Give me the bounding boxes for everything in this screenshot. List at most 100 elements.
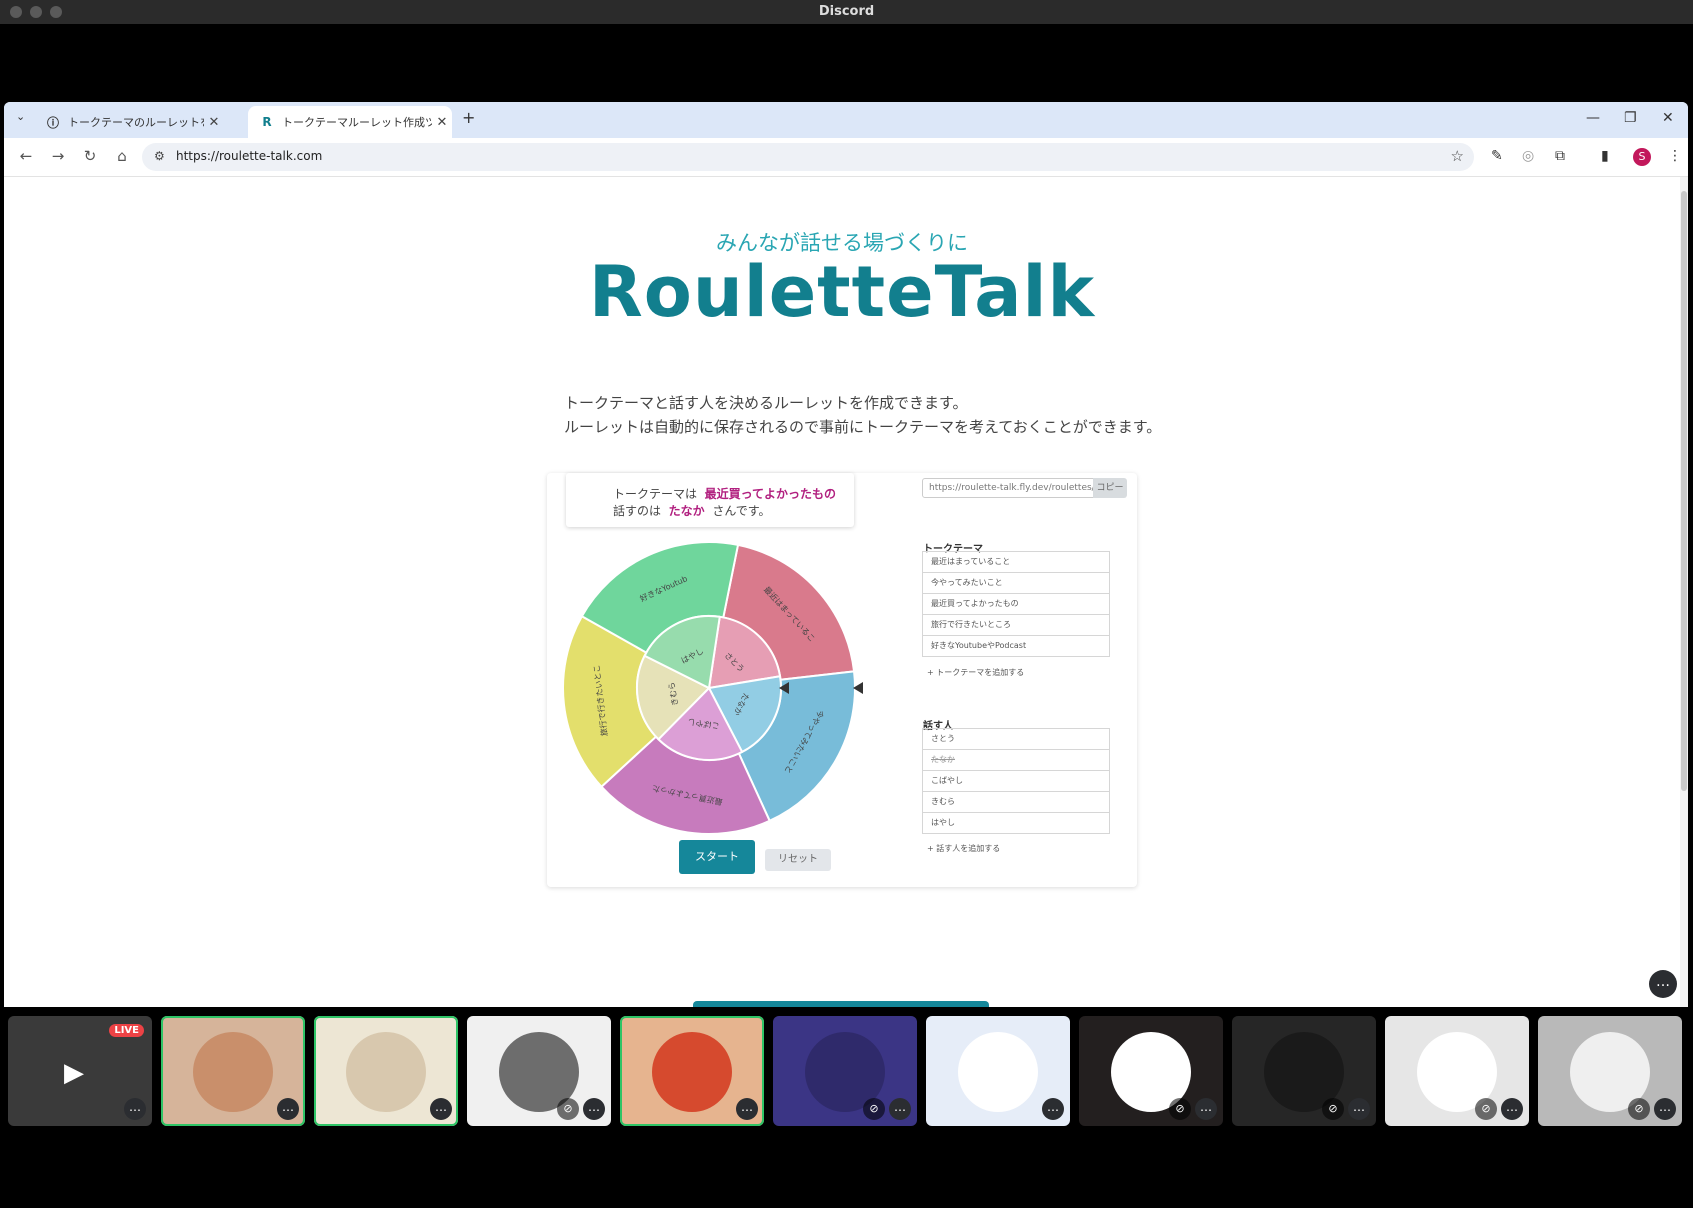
video-camera-icon: ▶ — [64, 1058, 84, 1088]
description-line: ルーレットは自動的に保存されるので事前にトークテーマを考えておくことができます。 — [564, 418, 1162, 436]
description: トークテーマと話す人を決めるルーレットを作成できます。 ルーレットは自動的に保存… — [564, 391, 1161, 439]
tab-roulettetalk[interactable]: R トークテーマルーレット作成ツール | RouletteTalk ✕ — [248, 106, 452, 138]
address-bar[interactable]: ⚙ https://roulette-talk.com ☆ — [142, 143, 1474, 171]
home-icon[interactable]: ⌂ — [112, 147, 132, 165]
minimize-icon[interactable]: — — [1586, 110, 1600, 126]
compass-extension-icon[interactable]: ◎ — [1522, 148, 1534, 164]
more-options-icon[interactable]: … — [736, 1098, 758, 1120]
live-badge: LIVE — [109, 1024, 144, 1037]
page-content: みんなが話せる場づくりに RouletteTalk トークテーマと話す人を決める… — [4, 177, 1680, 1007]
more-options-icon[interactable]: … — [1501, 1098, 1523, 1120]
new-tab-icon[interactable]: + — [462, 108, 475, 127]
speaker-input[interactable]: さとう — [922, 728, 1110, 750]
bookmark-star-icon[interactable]: ☆ — [1451, 147, 1464, 165]
result-theme-prefix: トークテーマは — [613, 487, 698, 501]
add-theme-link[interactable]: + トークテーマを追加する — [927, 667, 1024, 678]
theme-input[interactable]: 今やってみたいこと — [922, 572, 1110, 594]
add-speaker-link[interactable]: + 話す人を追加する — [927, 843, 1000, 854]
roulettetalk-favicon-icon: R — [262, 115, 272, 129]
close-tab-icon[interactable]: ✕ — [204, 115, 224, 130]
start-button[interactable]: スタート — [679, 840, 755, 874]
participant-tile-guitar-avatar[interactable]: … — [161, 1016, 305, 1126]
copy-button[interactable]: コピー — [1093, 478, 1127, 498]
more-options-icon[interactable]: … — [430, 1098, 452, 1120]
site-info-icon[interactable]: ⚙ — [154, 149, 165, 163]
speaker-input[interactable]: はやし — [922, 812, 1110, 834]
result-theme-line: トークテーマは 最近買ってよかったもの — [613, 485, 836, 502]
profile-avatar[interactable]: S — [1633, 148, 1651, 166]
description-line: トークテーマと話す人を決めるルーレットを作成できます。 — [564, 394, 968, 412]
forward-icon[interactable]: → — [48, 147, 68, 165]
more-options-icon[interactable]: … — [889, 1098, 911, 1120]
eyedropper-extension-icon[interactable]: ✎ — [1491, 148, 1503, 164]
scrollbar-thumb[interactable] — [1681, 191, 1687, 791]
speaker-input[interactable]: こばやし — [922, 770, 1110, 792]
sidepanel-icon[interactable]: ▮ — [1601, 148, 1609, 164]
participant-tile-screen-share[interactable]: LIVE ▶ … — [8, 1016, 152, 1126]
result-speaker-line: 話すのは たなか さんです。 — [613, 502, 771, 519]
avatar — [193, 1032, 273, 1112]
tab-title: トークテーマのルーレットを作成できるツール — [68, 116, 204, 129]
reset-button[interactable]: リセット — [765, 849, 831, 871]
roulette-card: トークテーマは 最近買ってよかったもの 話すのは たなか さんです。 最近はまっ… — [547, 473, 1137, 887]
theme-input[interactable]: 好きなYoutubeやPodcast — [922, 635, 1110, 657]
participant-tile-cat-avatar[interactable]: ⊘… — [1538, 1016, 1682, 1126]
result-theme-value: 最近買ってよかったもの — [704, 487, 837, 501]
avatar — [652, 1032, 732, 1112]
close-tab-icon[interactable]: ✕ — [432, 115, 452, 130]
tab-roulette-article[interactable]: ⓘ トークテーマのルーレットを作成できるツール ✕ — [34, 106, 224, 138]
close-icon[interactable]: ✕ — [1662, 110, 1674, 126]
theme-input[interactable]: 最近はまっていること — [922, 551, 1110, 573]
more-options-icon[interactable]: … — [1042, 1098, 1064, 1120]
tab-search-icon[interactable]: ⌄ — [16, 110, 25, 123]
avatar — [346, 1032, 426, 1112]
roulettetalk-logo: RouletteTalk — [588, 251, 1096, 333]
page-scrollbar[interactable] — [1680, 177, 1688, 1007]
participant-tile-shiba-avatar[interactable]: … — [314, 1016, 458, 1126]
participant-tile-pot-avatar[interactable]: ⊘… — [1385, 1016, 1529, 1126]
speakers-list: さとう たなか こばやし きむら はやし — [922, 728, 1110, 834]
app-titlebar: Discord — [0, 0, 1693, 24]
restore-icon[interactable]: ❐ — [1624, 110, 1637, 126]
muted-mic-icon: ⊘ — [1628, 1098, 1650, 1120]
muted-mic-icon: ⊘ — [1169, 1098, 1191, 1120]
participant-tile-sketch-avatar[interactable]: … — [926, 1016, 1070, 1126]
more-options-icon[interactable]: … — [124, 1098, 146, 1120]
avatar — [958, 1032, 1038, 1112]
more-options-icon[interactable]: … — [1654, 1098, 1676, 1120]
share-url-field[interactable]: https://roulette-talk.fly.dev/roulettes/… — [922, 478, 1098, 498]
more-options-icon[interactable]: … — [1348, 1098, 1370, 1120]
more-options-icon[interactable]: … — [583, 1098, 605, 1120]
extensions-puzzle-icon[interactable]: ⧉ — [1555, 148, 1565, 164]
participant-tile-kanji-avatar[interactable]: ⊘… — [1079, 1016, 1223, 1126]
muted-mic-icon: ⊘ — [1475, 1098, 1497, 1120]
participant-tile-glasses-avatar[interactable]: … — [620, 1016, 764, 1126]
muted-mic-icon: ⊘ — [1322, 1098, 1344, 1120]
tab-title: トークテーマルーレット作成ツール | RouletteTalk — [282, 116, 432, 129]
menu-kebab-icon[interactable]: ⋮ — [1668, 148, 1682, 164]
theme-input[interactable]: 旅行で行きたいところ — [922, 614, 1110, 636]
next-section-button[interactable] — [693, 1001, 989, 1007]
browser-window: ⌄ ⓘ トークテーマのルーレットを作成できるツール ✕ R トークテーマルーレッ… — [4, 102, 1688, 1007]
more-options-icon[interactable]: … — [1195, 1098, 1217, 1120]
reload-icon[interactable]: ↻ — [80, 147, 100, 165]
result-speaker-prefix: 話すのは — [613, 504, 662, 518]
participant-tile-deer-avatar[interactable]: ⊘… — [773, 1016, 917, 1126]
more-options-icon[interactable]: … — [277, 1098, 299, 1120]
muted-mic-icon: ⊘ — [557, 1098, 579, 1120]
tab-strip: ⌄ ⓘ トークテーマのルーレットを作成できるツール ✕ R トークテーマルーレッ… — [4, 102, 1688, 138]
browser-toolbar: ← → ↻ ⌂ ⚙ https://roulette-talk.com ☆ ✎ … — [4, 138, 1688, 177]
participant-strip: LIVE ▶……… ⊘…… ⊘…… ⊘… ⊘… ⊘… ⊘… — [0, 1012, 1693, 1130]
roulette-wheel[interactable]: 最近はまっているこ今やってみたいこと最近買ってよかった旅行で行きたいとこ好きなY… — [549, 528, 869, 848]
back-icon[interactable]: ← — [16, 147, 36, 165]
app-title: Discord — [818, 4, 875, 19]
speaker-input[interactable]: たなか — [922, 749, 1110, 771]
url-text[interactable]: https://roulette-talk.com — [176, 149, 322, 163]
theme-input[interactable]: 最近買ってよかったもの — [922, 593, 1110, 615]
themes-list: 最近はまっていること 今やってみたいこと 最近買ってよかったもの 旅行で行きたい… — [922, 551, 1110, 657]
speaker-input[interactable]: きむら — [922, 791, 1110, 813]
participant-tile-person-avatar[interactable]: ⊘… — [467, 1016, 611, 1126]
participant-tile-sunglasses-avatar[interactable]: ⊘… — [1232, 1016, 1376, 1126]
result-speaker-value: たなか — [668, 504, 705, 518]
stream-options-icon[interactable]: … — [1649, 970, 1677, 998]
